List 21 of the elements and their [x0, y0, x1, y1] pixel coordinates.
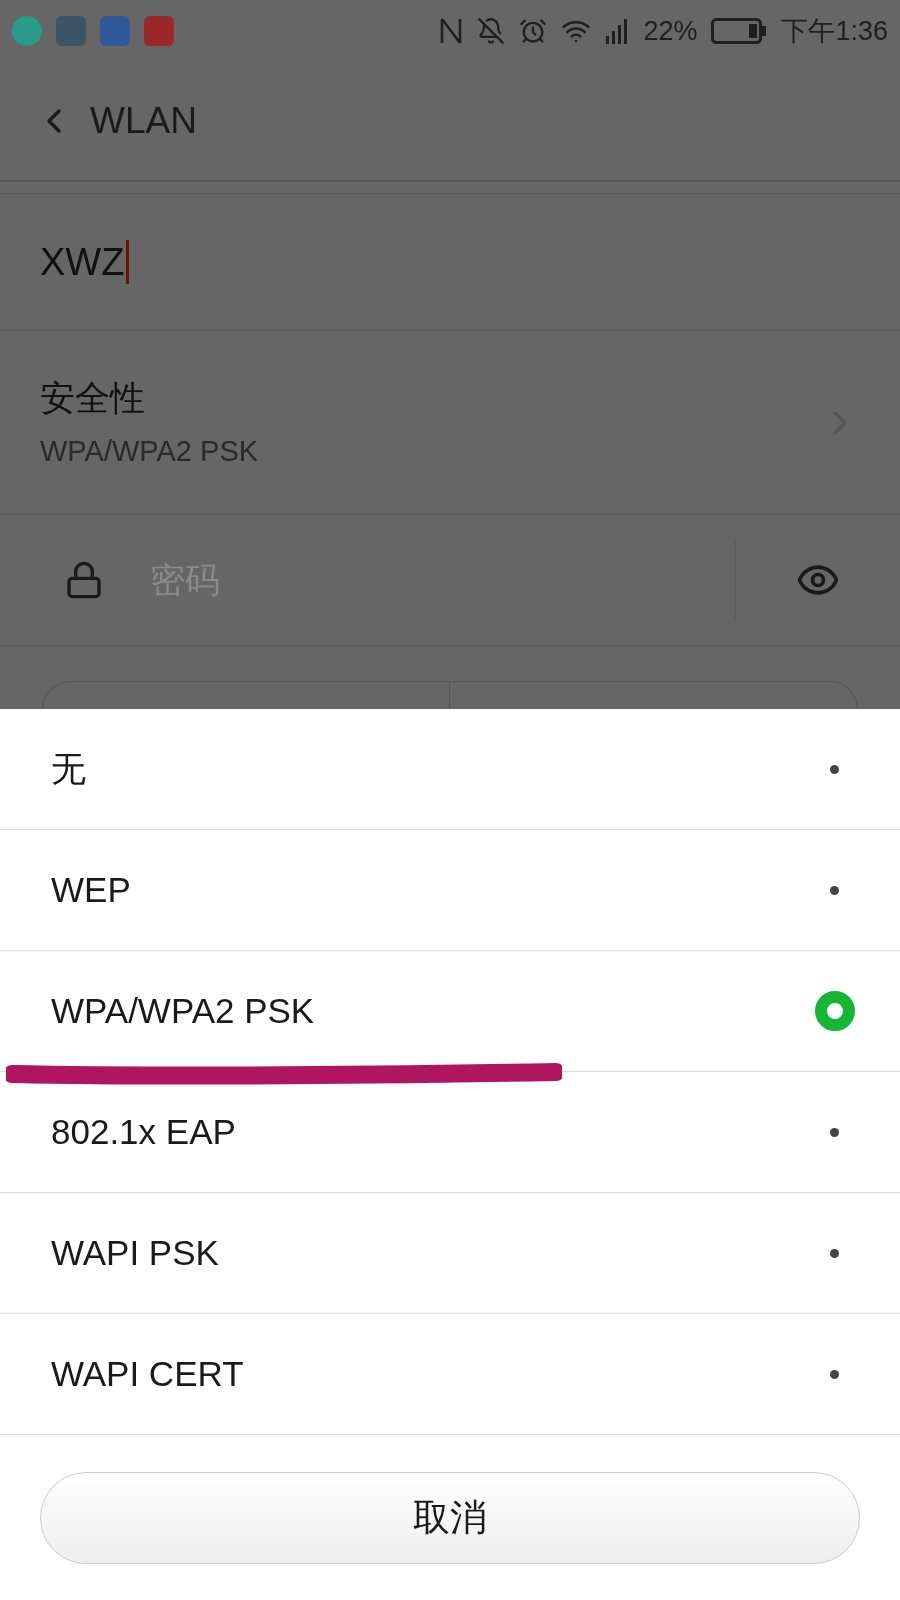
battery-percent: 22%: [643, 14, 698, 48]
app-icon: [56, 16, 86, 46]
cancel-button[interactable]: 取消: [40, 1471, 860, 1564]
security-value: WPA/WPA2 PSK: [40, 434, 260, 469]
battery-icon: [711, 18, 768, 44]
security-option[interactable]: WEP: [0, 830, 900, 951]
lock-icon: [64, 560, 104, 600]
text-cursor: [126, 240, 130, 284]
security-option[interactable]: 802.1x EAP: [0, 1072, 900, 1193]
app-icon: [12, 16, 42, 46]
mute-icon: [477, 17, 506, 45]
security-option[interactable]: WAPI CERT: [0, 1314, 900, 1435]
nfc-icon: [439, 16, 464, 46]
alarm-icon: [519, 17, 548, 45]
clock-time: 下午1:36: [781, 14, 888, 48]
security-label: 安全性: [40, 376, 146, 419]
security-option[interactable]: WPA/WPA2 PSK: [0, 951, 900, 1072]
security-option[interactable]: 无: [0, 709, 900, 830]
security-option[interactable]: WAPI PSK: [0, 1193, 900, 1314]
page-title: WLAN: [90, 99, 197, 144]
signal-icon: [605, 18, 630, 44]
